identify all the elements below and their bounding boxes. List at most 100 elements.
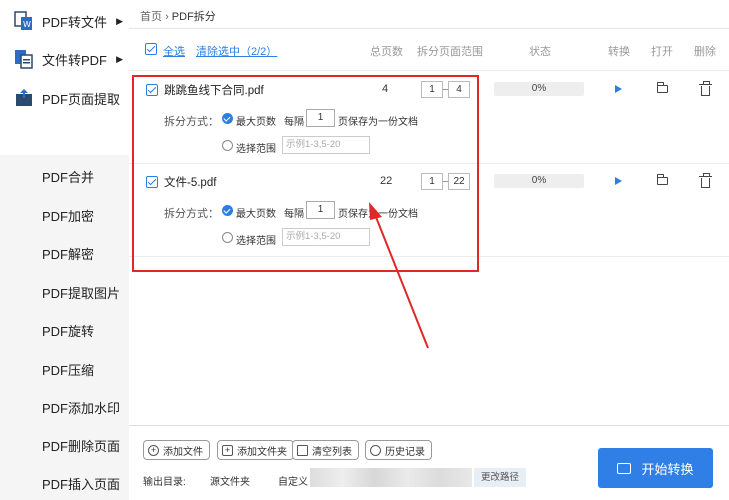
divider <box>129 256 729 257</box>
col-convert: 转换 <box>608 46 630 58</box>
page-range-input: 1 22 <box>421 173 474 190</box>
chevron-right-icon: ▶ <box>116 15 123 26</box>
breadcrumb-current: PDF拆分 <box>171 11 216 23</box>
range-to-input[interactable]: 4 <box>448 81 470 98</box>
divider <box>129 70 729 71</box>
file-name: 文件-5.pdf <box>164 177 217 189</box>
history-label: 历史记录 <box>385 446 425 458</box>
sidebar-item-label: PDF删除页面 <box>42 439 121 454</box>
progress-bar: 0% <box>494 174 584 188</box>
sidebar-item-label: PDF压缩 <box>42 363 95 378</box>
history-button[interactable]: 历史记录 <box>365 440 432 460</box>
range-from-input[interactable]: 1 <box>421 173 443 190</box>
progress-bar: 0% <box>494 82 584 96</box>
breadcrumb: 首页 › PDF拆分 <box>140 8 216 24</box>
range-example-input[interactable]: 示例1-3,5-20 <box>282 228 370 246</box>
file-to-pdf-icon <box>14 49 34 69</box>
sidebar-item-pdf-extract-images[interactable]: PDF提取图片 <box>0 272 129 310</box>
sidebar-item-file-to-pdf[interactable]: 文件转PDF ▶ <box>0 40 129 78</box>
clock-icon <box>370 444 381 456</box>
convert-icon <box>617 462 632 474</box>
folder-open-icon[interactable] <box>657 82 668 93</box>
file-total-pages: 22 <box>380 175 393 187</box>
save-suffix-label: 页保存为一份文档 <box>338 117 418 128</box>
sidebar-item-label: PDF添加水印 <box>42 401 121 416</box>
max-pages-radio[interactable] <box>222 113 233 124</box>
file-checkbox[interactable] <box>146 84 158 96</box>
chevron-right-icon: ▶ <box>116 53 123 64</box>
sidebar-item-pdf-compress[interactable]: PDF压缩 <box>0 349 129 387</box>
split-method-label: 拆分方式： <box>164 208 219 220</box>
trash-icon <box>297 444 308 456</box>
folder-open-icon[interactable] <box>657 174 668 185</box>
select-range-label: 选择范围 <box>236 144 276 155</box>
sidebar-item-label: PDF页面提取 <box>42 91 121 107</box>
start-convert-label: 开始转换 <box>641 461 694 477</box>
sidebar-item-label: PDF解密 <box>42 247 95 262</box>
range-to-input[interactable]: 22 <box>448 173 470 190</box>
sidebar-item-pdf-merge[interactable]: PDF合并 <box>0 156 129 194</box>
sidebar-item-page-extract[interactable]: PDF页面提取 <box>0 79 129 117</box>
sidebar-item-label: PDF旋转 <box>42 324 95 339</box>
file-row: 文件-5.pdf 22 1 22 0% 拆分方式： 最大页数 每隔 1 页保存为… <box>129 169 729 261</box>
col-delete: 删除 <box>694 46 716 58</box>
range-from-input[interactable]: 1 <box>421 81 443 98</box>
svg-text:W: W <box>23 20 31 29</box>
clear-list-button[interactable]: 清空列表 <box>292 440 359 460</box>
max-pages-radio[interactable] <box>222 205 233 216</box>
sidebar-item-pdf-insert-pages[interactable]: PDF插入页面 <box>0 463 129 500</box>
col-open: 打开 <box>651 46 673 58</box>
pdf-to-file-icon: W <box>14 11 34 31</box>
source-folder-option[interactable]: 源文件夹 <box>210 473 250 488</box>
sidebar-item-pdf-to-file[interactable]: W PDF转文件 ▶ <box>0 2 129 40</box>
trash-icon[interactable] <box>699 81 712 96</box>
file-total-pages: 4 <box>381 83 389 95</box>
sidebar-item-label: PDF加密 <box>42 209 95 224</box>
play-icon[interactable] <box>615 85 622 93</box>
breadcrumb-separator: › <box>165 11 169 23</box>
sidebar-item-pdf-rotate[interactable]: PDF旋转 <box>0 310 129 348</box>
add-file-label: 添加文件 <box>163 446 203 458</box>
play-icon[interactable] <box>615 177 622 185</box>
clear-selection-link[interactable]: 清除选中（2/2） <box>196 43 277 59</box>
change-path-button[interactable]: 更改路径 <box>474 468 526 487</box>
every-label: 每隔 <box>284 209 304 220</box>
add-file-button[interactable]: + 添加文件 <box>143 440 210 460</box>
file-checkbox[interactable] <box>146 176 158 188</box>
divider <box>129 163 729 164</box>
pages-per-doc-input[interactable]: 1 <box>306 201 335 219</box>
pages-per-doc-input[interactable]: 1 <box>306 109 335 127</box>
select-range-label: 选择范围 <box>236 236 276 247</box>
clear-list-label: 清空列表 <box>312 446 352 458</box>
sidebar-item-pdf-delete-pages[interactable]: PDF删除页面 <box>0 425 129 463</box>
custom-option[interactable]: 自定义 <box>278 473 308 488</box>
trash-icon[interactable] <box>699 173 712 188</box>
max-pages-label: 最大页数 <box>236 209 276 220</box>
add-folder-button[interactable]: + 添加文件夹 <box>217 440 294 460</box>
page-extract-icon <box>14 88 34 108</box>
sidebar-item-label: PDF插入页面 <box>42 477 121 492</box>
every-label: 每隔 <box>284 117 304 128</box>
select-all-link[interactable]: 全选 <box>163 43 185 59</box>
sidebar-item-pdf-watermark[interactable]: PDF添加水印 <box>0 387 129 425</box>
output-path-field[interactable] <box>310 468 472 487</box>
add-folder-label: 添加文件夹 <box>237 446 287 458</box>
max-pages-label: 最大页数 <box>236 117 276 128</box>
range-example-input[interactable]: 示例1-3,5-20 <box>282 136 370 154</box>
sidebar-item-label: PDF合并 <box>42 170 95 185</box>
output-dir-label: 输出目录: <box>143 477 186 488</box>
sidebar-item-label: PDF提取图片 <box>42 286 121 301</box>
breadcrumb-home[interactable]: 首页 <box>140 11 162 23</box>
col-split-range: 拆分页面范围 <box>417 46 483 58</box>
select-range-radio[interactable] <box>222 232 233 243</box>
sidebar-item-label: 文件转PDF <box>42 52 108 68</box>
col-total-pages: 总页数 <box>370 46 403 58</box>
divider <box>129 425 729 426</box>
folder-add-icon: + <box>222 444 233 456</box>
start-convert-button[interactable]: 开始转换 <box>598 448 713 488</box>
sidebar-item-pdf-decrypt[interactable]: PDF解密 <box>0 233 129 271</box>
sidebar-item-pdf-encrypt[interactable]: PDF加密 <box>0 195 129 233</box>
sidebar: W PDF转文件 ▶ 文件转PDF ▶ PDF页面提取 PDF合并 PDF加密 … <box>0 0 129 500</box>
select-range-radio[interactable] <box>222 140 233 151</box>
select-all-checkbox[interactable] <box>145 43 157 55</box>
